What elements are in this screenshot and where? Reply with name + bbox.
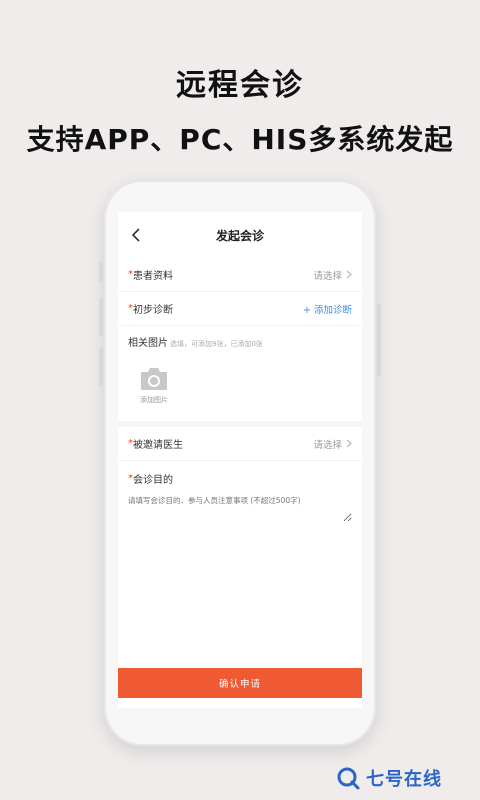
diagnosis-label: 初步诊断 — [133, 305, 173, 316]
doctor-select[interactable]: 请选择 — [313, 437, 352, 451]
chevron-right-icon — [346, 439, 352, 448]
diagnosis-action-wrap: + 添加诊断 — [303, 302, 352, 316]
brand-name: 七号在线 — [366, 769, 442, 790]
add-diagnosis-button[interactable]: + 添加诊断 — [303, 302, 352, 316]
photo-hint: 选填，可添加9张，已添加0张 — [170, 340, 263, 348]
back-icon[interactable] — [130, 226, 144, 244]
doctor-row[interactable]: * 被邀请医生 请选择 — [118, 427, 362, 461]
add-photo-label: 添加图片 — [140, 395, 168, 404]
app-screen: 发起会诊 * 患者资料 请选择 * 初步诊断 + 添加诊断 相关图片 选填，可添… — [118, 212, 362, 708]
doctor-label: 被邀请医生 — [133, 440, 183, 451]
phone-power-button — [377, 304, 381, 376]
nav-bar: 发起会诊 — [118, 212, 362, 258]
doctor-select-text: 请选择 — [313, 439, 342, 451]
diagnosis-row: * 初步诊断 + 添加诊断 — [118, 292, 362, 326]
page-title: 发起会诊 — [215, 228, 264, 243]
camera-icon — [141, 367, 167, 390]
patient-select[interactable]: 请选择 — [313, 268, 352, 282]
patient-label: 患者资料 — [133, 271, 173, 282]
purpose-textarea[interactable] — [128, 495, 352, 522]
patient-select-text: 请选择 — [313, 270, 342, 282]
photo-section: 相关图片 选填，可添加9张，已添加0张 添加图片 — [118, 326, 362, 427]
headline-title: 远程会诊 — [176, 68, 304, 103]
purpose-title: 会诊目的 — [133, 474, 173, 486]
photo-title: 相关图片 — [128, 338, 168, 349]
patient-row[interactable]: * 患者资料 请选择 — [118, 258, 362, 292]
confirm-button[interactable]: 确认申请 — [118, 668, 362, 698]
headline-subtitle: 支持APP、PC、HIS多系统发起 — [26, 123, 454, 156]
phone-volume-down — [99, 348, 103, 386]
purpose-title-row: * 会诊目的 — [128, 467, 352, 489]
phone-mute-switch — [99, 262, 103, 282]
brand-logo-icon — [337, 767, 360, 790]
brand-watermark: 七号在线 — [336, 765, 442, 791]
add-photo-button[interactable]: 添加图片 — [128, 359, 180, 411]
purpose-section: * 会诊目的 — [118, 461, 362, 528]
photo-header: 相关图片 选填，可添加9张，已添加0张 — [128, 334, 352, 349]
chevron-right-icon — [346, 270, 352, 279]
phone-volume-up — [99, 298, 103, 336]
